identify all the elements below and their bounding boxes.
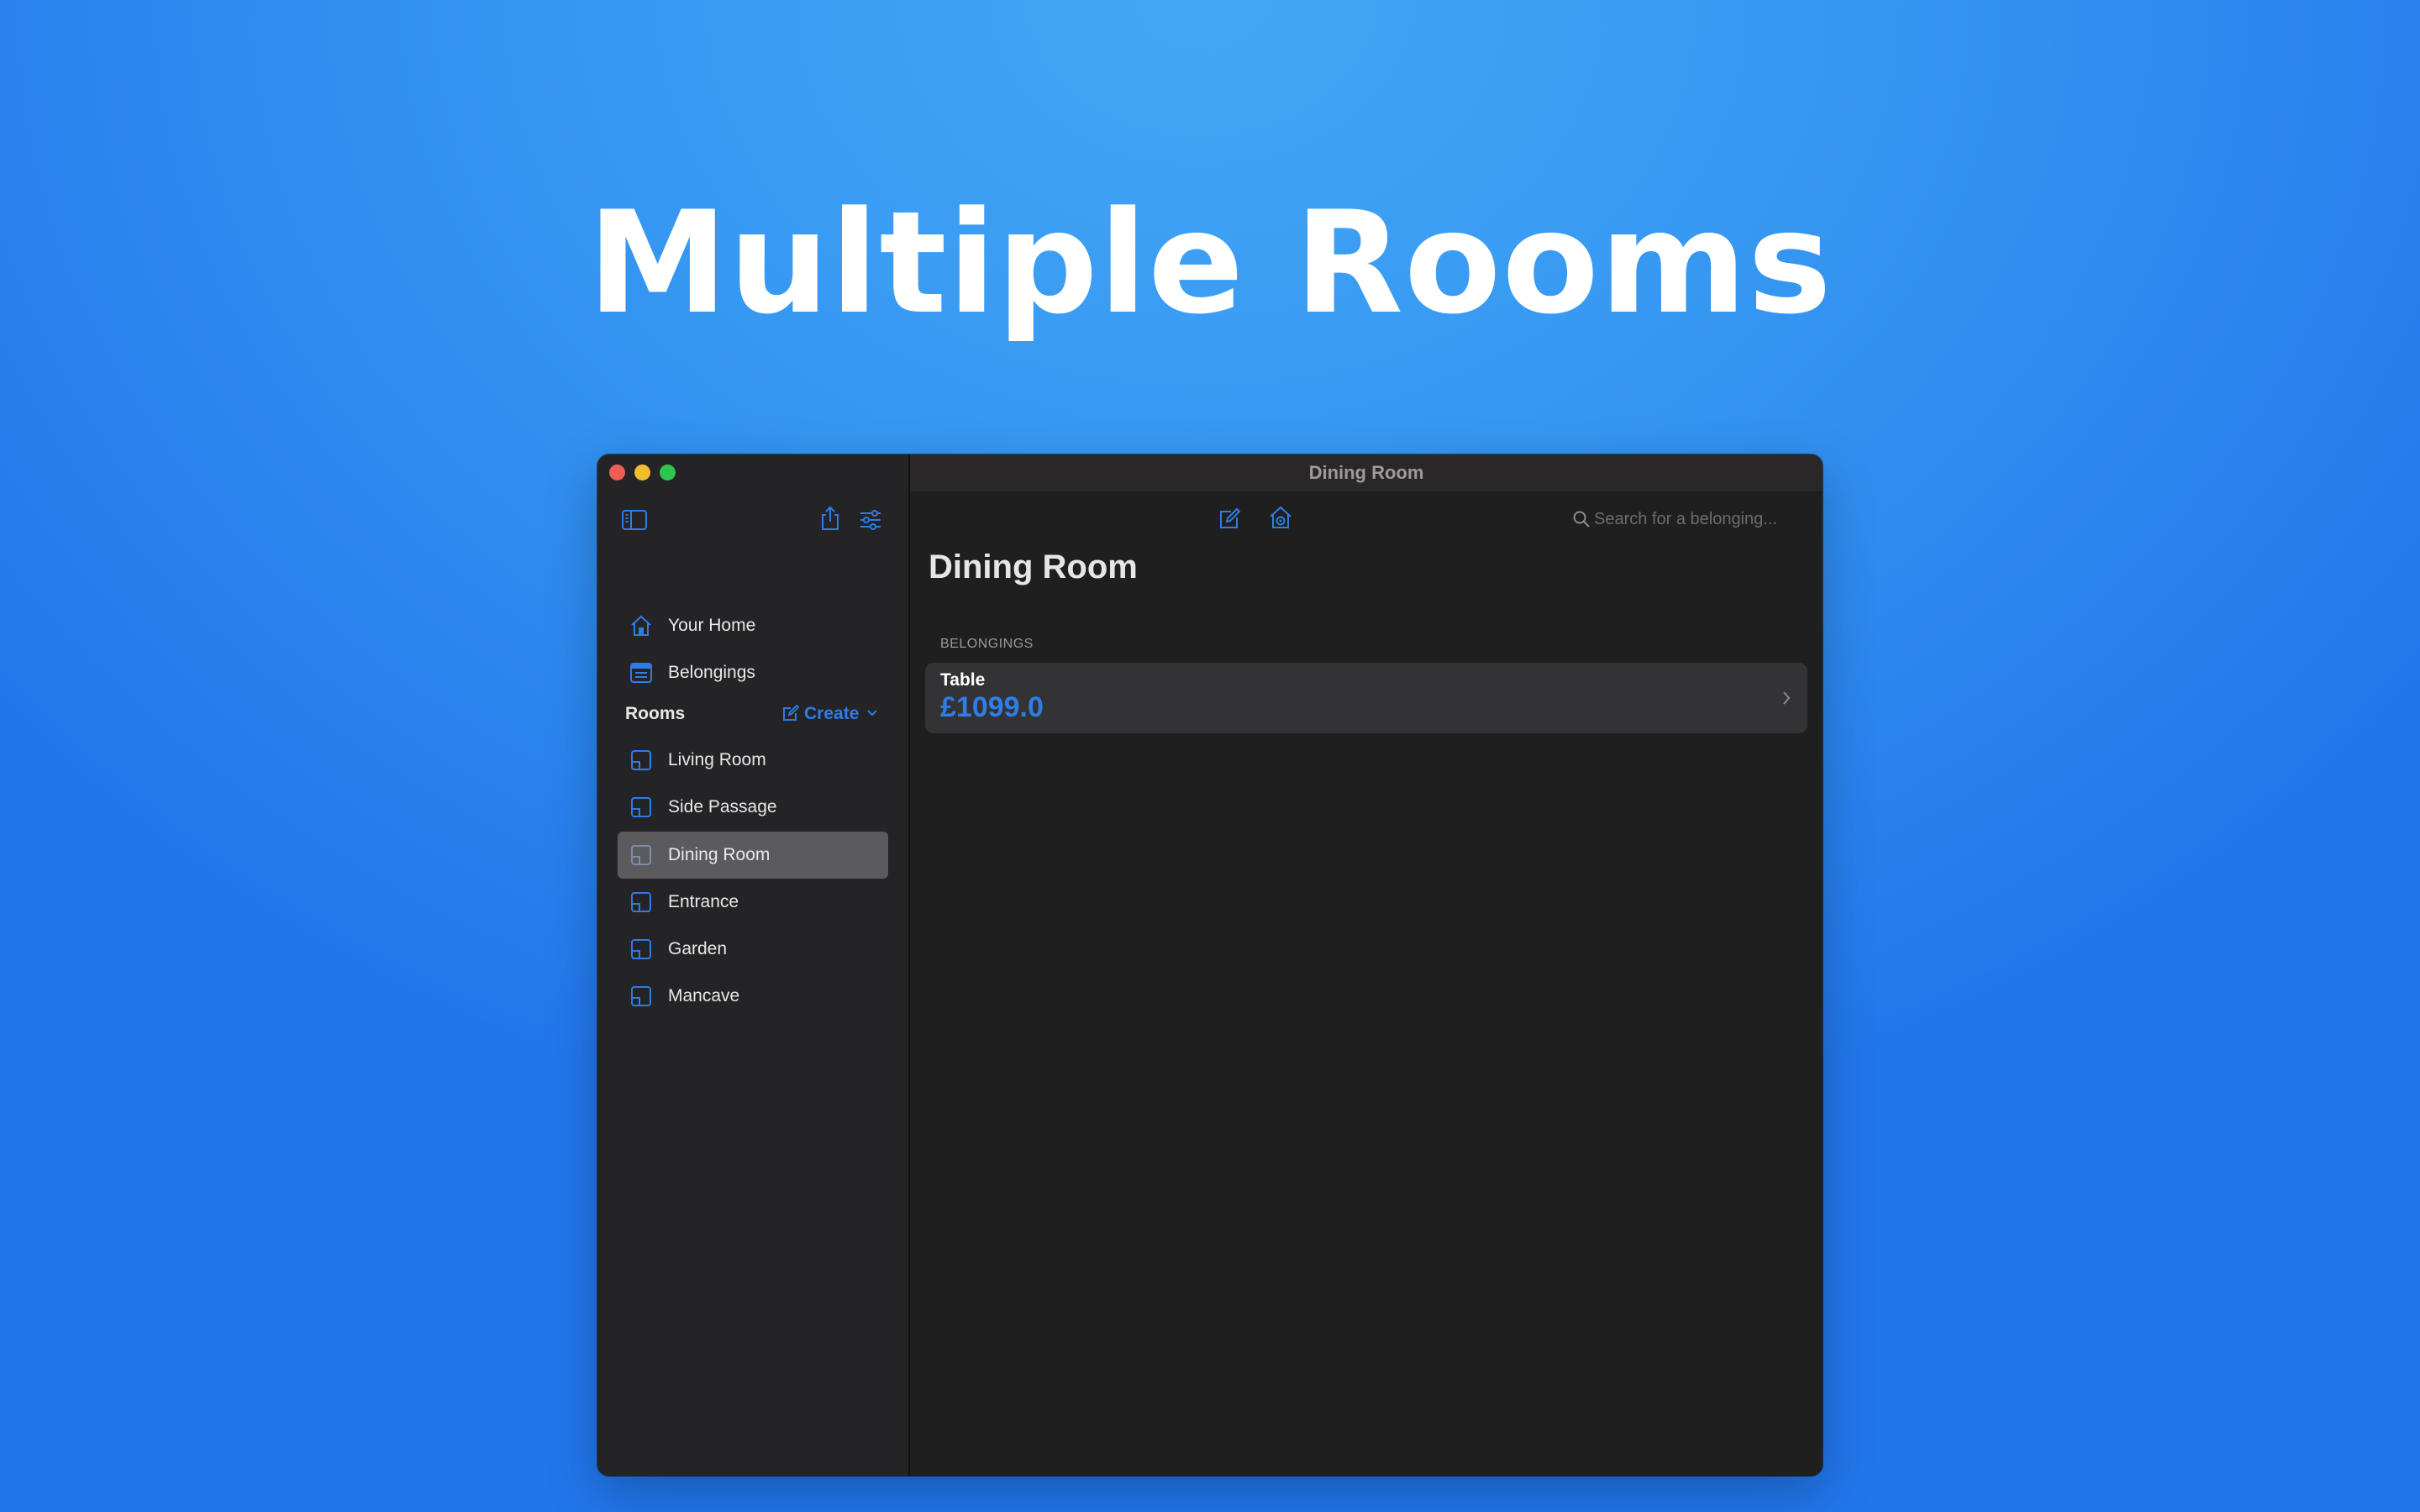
chevron-down-icon bbox=[866, 709, 878, 717]
belonging-price: £1099.0 bbox=[940, 691, 1044, 723]
sidebar-room-side-passage[interactable]: Side Passage bbox=[618, 784, 888, 831]
room-label: Side Passage bbox=[668, 797, 777, 816]
sidebar-toggle-icon[interactable] bbox=[621, 508, 648, 532]
search-input[interactable] bbox=[1594, 507, 1804, 532]
room-icon bbox=[629, 937, 653, 961]
room-icon bbox=[629, 984, 653, 1008]
headline: Multiple Rooms bbox=[587, 181, 1833, 345]
room-label: Entrance bbox=[668, 892, 739, 911]
minimize-window-button[interactable] bbox=[634, 465, 650, 480]
sidebar-room-garden[interactable]: Garden bbox=[618, 926, 888, 973]
sidebar: Your Home Belongings Rooms Create Living… bbox=[597, 454, 910, 1476]
page-title: Dining Room bbox=[929, 549, 1138, 585]
zoom-window-button[interactable] bbox=[660, 465, 676, 480]
sidebar-room-dining-room[interactable]: Dining Room bbox=[618, 832, 888, 879]
room-icon bbox=[629, 890, 653, 914]
room-icon bbox=[629, 843, 653, 867]
close-window-button[interactable] bbox=[609, 465, 625, 480]
sidebar-item-label: Your Home bbox=[668, 616, 756, 635]
chevron-right-icon bbox=[1781, 688, 1792, 708]
belongings-section-label: BELONGINGS bbox=[940, 637, 1034, 651]
belonging-row[interactable]: Table £1099.0 bbox=[925, 663, 1807, 733]
list-icon bbox=[629, 661, 653, 685]
sidebar-room-entrance[interactable]: Entrance bbox=[618, 879, 888, 926]
room-label: Mancave bbox=[668, 986, 740, 1005]
rooms-section-header: Rooms bbox=[625, 704, 686, 723]
app-window: Your Home Belongings Rooms Create Living… bbox=[597, 454, 1823, 1476]
create-room-button[interactable]: Create bbox=[777, 701, 881, 726]
window-title: Dining Room bbox=[910, 454, 1823, 491]
sidebar-item-label: Belongings bbox=[668, 663, 755, 682]
room-icon bbox=[629, 748, 653, 772]
sidebar-item-your-home[interactable]: Your Home bbox=[618, 602, 888, 649]
search-icon bbox=[1572, 510, 1591, 528]
sidebar-room-living-room[interactable]: Living Room bbox=[618, 737, 888, 784]
add-home-icon[interactable] bbox=[1268, 505, 1293, 530]
search-field[interactable] bbox=[1572, 507, 1807, 532]
sidebar-room-mancave[interactable]: Mancave bbox=[618, 973, 888, 1020]
sidebar-item-belongings[interactable]: Belongings bbox=[618, 649, 888, 696]
share-icon[interactable] bbox=[819, 505, 841, 532]
edit-icon[interactable] bbox=[1218, 507, 1242, 530]
house-icon bbox=[629, 614, 653, 638]
belonging-name: Table bbox=[940, 670, 986, 690]
room-label: Garden bbox=[668, 939, 728, 958]
room-label: Dining Room bbox=[668, 845, 771, 864]
filter-settings-icon[interactable] bbox=[858, 508, 883, 532]
create-button-label: Create bbox=[804, 704, 860, 723]
main-content: Dining Room Dining Room BELONGINGS Table… bbox=[910, 454, 1823, 1476]
room-icon bbox=[629, 795, 653, 819]
room-label: Living Room bbox=[668, 750, 766, 769]
compose-icon bbox=[782, 705, 799, 722]
